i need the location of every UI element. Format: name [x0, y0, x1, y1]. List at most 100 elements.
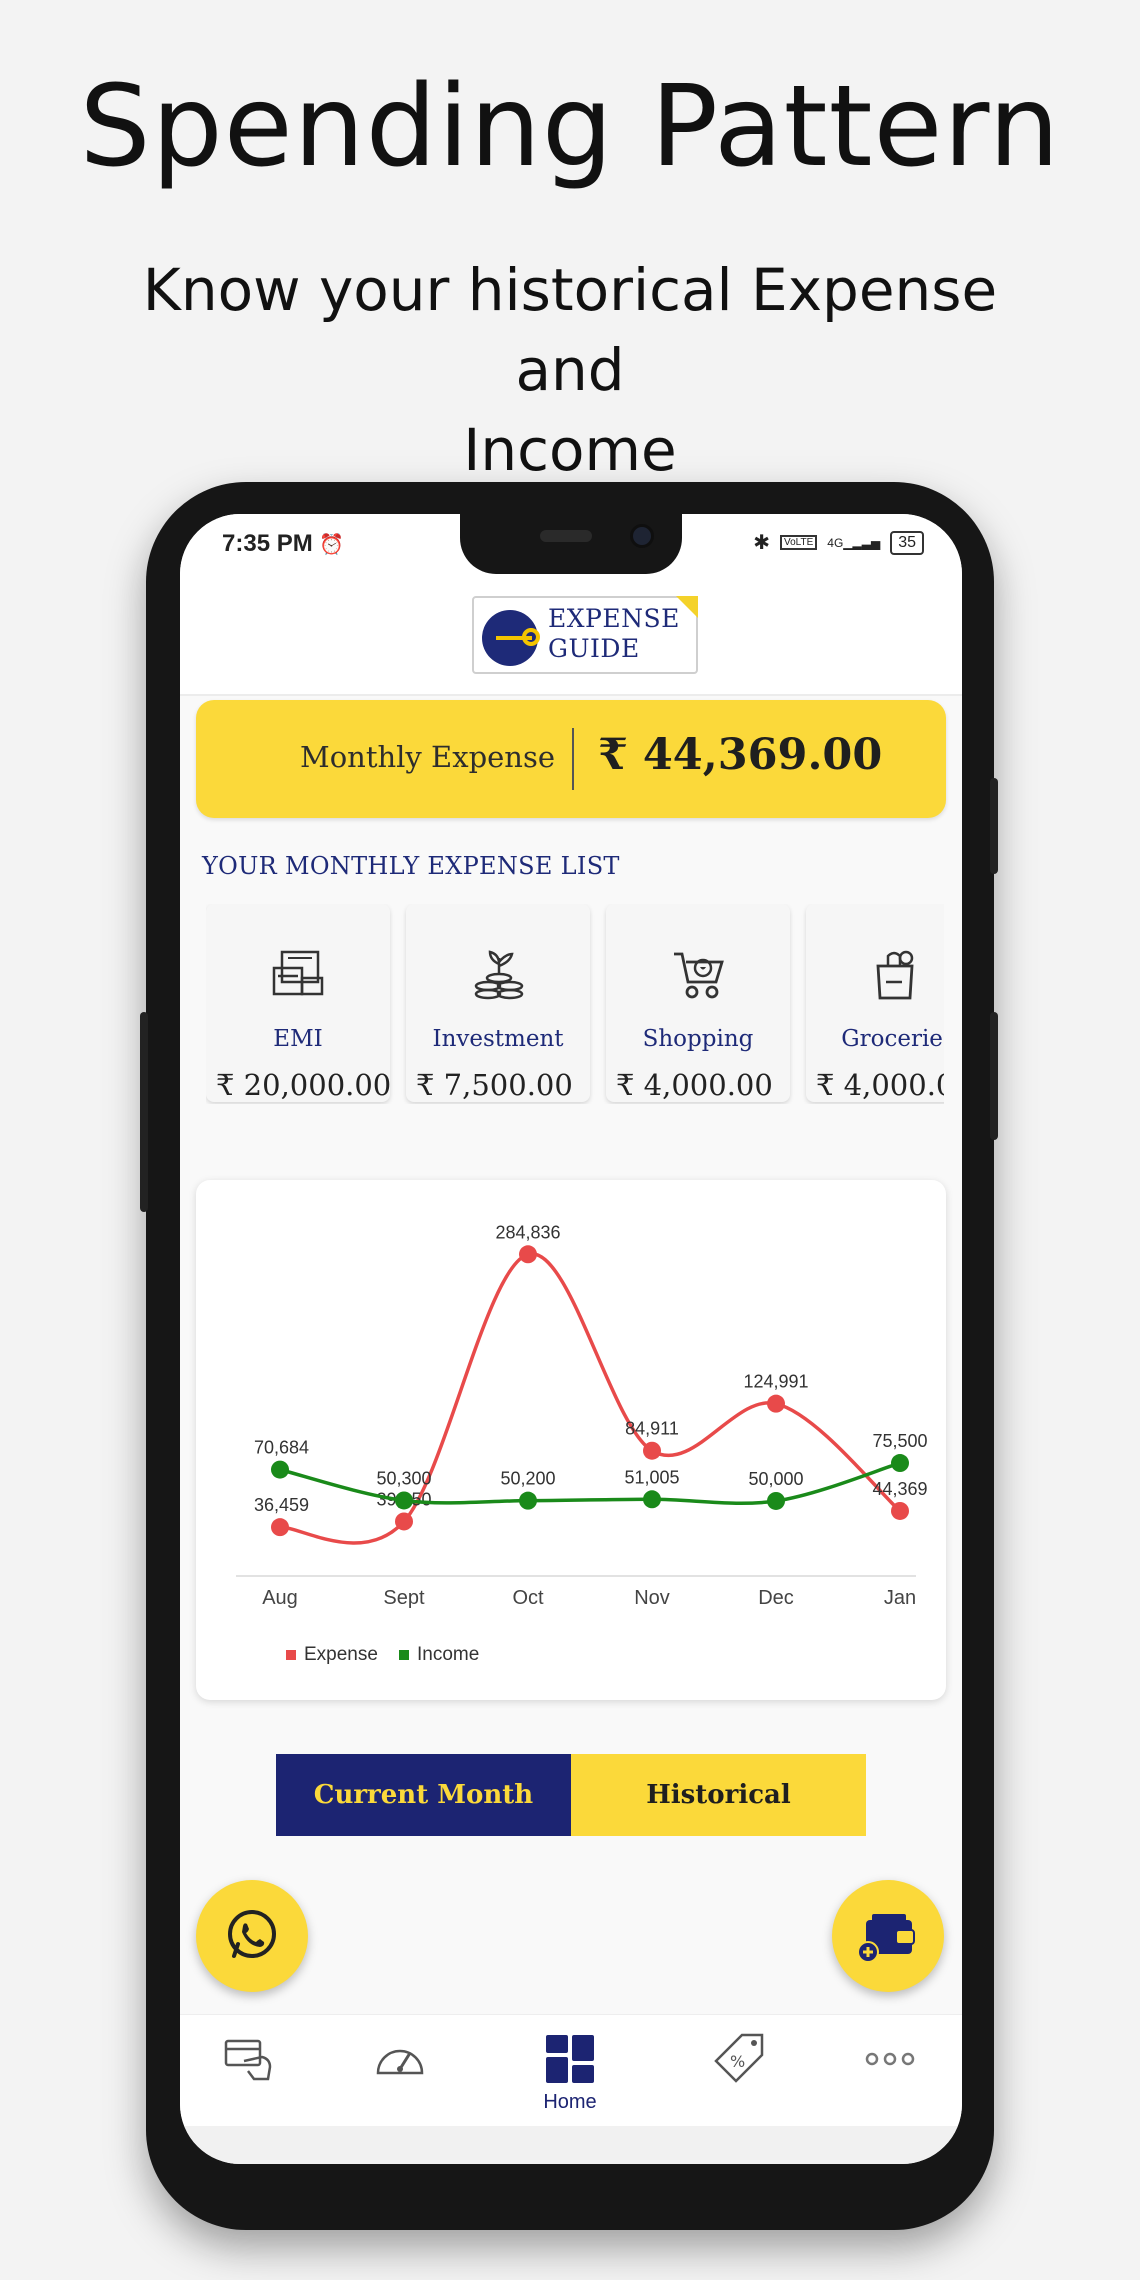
data-point-expense	[519, 1245, 537, 1264]
whatsapp-icon	[228, 1910, 276, 1958]
legend-swatch-expense	[286, 1650, 296, 1660]
expense-card-investment[interactable]: Investment ₹ 7,500.00	[406, 904, 590, 1102]
status-icons: ✱ VoLTE 4G▁▂▃▅ 35	[753, 530, 924, 555]
expense-card-shopping[interactable]: Shopping ₹ 4,000.00	[606, 904, 790, 1102]
expense-card-name: Investment	[432, 1026, 564, 1052]
status-time-text: 7:35 PM	[222, 530, 313, 557]
period-toggle: Current Month Historical	[276, 1754, 866, 1836]
data-point-income	[395, 1491, 413, 1510]
investment-icon	[474, 950, 524, 1000]
data-label-expense: 44,369	[872, 1479, 927, 1499]
page-subheadline: Know your historical Expense and Income	[90, 250, 1050, 490]
expense-card-groceries[interactable]: Groceries ₹ 4,000.00	[806, 904, 944, 1102]
x-tick-label: Jan	[884, 1587, 916, 1609]
expense-list-title: YOUR MONTHLY EXPENSE LIST	[202, 852, 620, 880]
expense-card-emi[interactable]: EMI ₹ 20,000.00	[206, 904, 390, 1102]
data-label-expense: 36,459	[254, 1495, 309, 1515]
current-month-button[interactable]: Current Month	[276, 1754, 571, 1836]
monthly-expense-amount: ₹ 44,369.00	[598, 730, 883, 780]
volume-button	[990, 1012, 998, 1140]
legend-label-income: Income	[417, 1644, 479, 1665]
expense-card-amount: ₹ 4,000.00	[816, 1068, 944, 1102]
subheadline-line-1: Know your historical Expense and	[142, 256, 998, 404]
nav-item-more[interactable]	[830, 2031, 950, 2121]
data-label-income: 70,684	[254, 1438, 309, 1458]
data-label-income: 50,000	[748, 1469, 803, 1489]
front-camera	[630, 524, 654, 548]
data-label-income: 50,300	[376, 1468, 431, 1488]
offer-tag-icon: %	[714, 2033, 764, 2083]
banner-divider	[572, 728, 574, 790]
data-label-income: 51,005	[624, 1467, 679, 1487]
legend-label-expense: Expense	[304, 1644, 378, 1665]
grocery-bag-icon	[876, 950, 914, 1000]
logo-text-line-1: EXPENSE	[548, 604, 680, 633]
home-grid-icon	[546, 2035, 594, 2083]
network-signal-icon: 4G▁▂▃▅	[827, 535, 881, 550]
alarm-icon: ⏰	[319, 534, 345, 556]
nav-home-label: Home	[543, 2091, 597, 2113]
data-point-expense	[891, 1501, 909, 1520]
page-headline: Spending Pattern	[79, 62, 1061, 192]
data-label-expense: 124,991	[743, 1372, 808, 1392]
whatsapp-button[interactable]	[196, 1880, 308, 1992]
network-type: 4G	[827, 535, 844, 550]
spending-line-chart: 36,45939,050284,83684,911124,99144,36970…	[236, 1222, 928, 1665]
app-bar: EXPENSE GUIDE	[180, 576, 962, 696]
monthly-expense-label: Monthly Expense	[300, 740, 556, 774]
earpiece-speaker	[540, 530, 592, 542]
battery-icon: 35	[890, 530, 924, 555]
x-tick-label: Nov	[634, 1587, 670, 1609]
data-point-income	[643, 1490, 661, 1509]
x-tick-label: Sept	[383, 1587, 425, 1609]
speedometer-icon	[376, 2049, 424, 2075]
data-label-expense: 284,836	[495, 1222, 560, 1242]
data-label-expense: 84,911	[625, 1419, 679, 1439]
emi-icon	[272, 950, 324, 996]
phone-screen: 7:35 PM ⏰ ✱ VoLTE 4G▁▂▃▅ 35 EXPENSE GUID…	[180, 514, 962, 2164]
expense-card-amount: ₹ 4,000.00	[616, 1068, 773, 1102]
data-point-expense	[395, 1512, 413, 1531]
data-label-income: 75,500	[872, 1431, 927, 1451]
card-payment-icon	[224, 2039, 272, 2081]
subheadline-line-2: Income	[463, 416, 677, 484]
nav-item-dashboard[interactable]	[340, 2031, 460, 2121]
bottom-navigation: Home %	[180, 2014, 962, 2126]
nav-item-home[interactable]: Home	[510, 2031, 630, 2121]
expense-card-amount: ₹ 20,000.00	[216, 1068, 390, 1102]
expense-card-amount: ₹ 7,500.00	[416, 1068, 573, 1102]
logo-key-ring	[522, 628, 540, 646]
add-wallet-button[interactable]	[832, 1880, 944, 1992]
data-point-expense	[767, 1394, 785, 1413]
wallet-add-icon	[857, 1914, 915, 1963]
data-point-income	[519, 1491, 537, 1510]
side-slider	[140, 1012, 148, 1212]
more-icon	[865, 2052, 915, 2066]
nav-item-offers[interactable]: %	[680, 2031, 800, 2121]
x-tick-label: Oct	[512, 1587, 544, 1609]
svg-text:%: %	[730, 2052, 745, 2071]
camera-notch	[460, 514, 682, 574]
data-point-expense	[271, 1518, 289, 1537]
expense-card-name: Groceries	[841, 1026, 944, 1052]
expense-guide-logo[interactable]: EXPENSE GUIDE	[472, 596, 698, 674]
expense-card-name: Shopping	[642, 1026, 754, 1052]
expense-card-name: EMI	[273, 1026, 323, 1052]
status-time: 7:35 PM ⏰	[222, 530, 344, 558]
data-point-income	[767, 1491, 785, 1510]
power-button	[990, 778, 998, 874]
x-tick-label: Dec	[758, 1587, 794, 1609]
historical-button[interactable]: Historical	[571, 1754, 866, 1836]
system-navigation-bar	[180, 2126, 962, 2164]
data-label-income: 50,200	[500, 1469, 555, 1489]
shopping-cart-icon	[674, 952, 724, 999]
spending-chart-card: 36,45939,050284,83684,911124,99144,36970…	[196, 1180, 946, 1700]
x-tick-label: Aug	[262, 1587, 298, 1609]
data-point-income	[891, 1454, 909, 1473]
nav-item-cards[interactable]	[190, 2031, 310, 2121]
data-point-expense	[643, 1441, 661, 1460]
monthly-expense-banner[interactable]: Monthly Expense ₹ 44,369.00	[196, 700, 946, 818]
data-point-income	[271, 1460, 289, 1479]
expense-category-carousel[interactable]: EMI ₹ 20,000.00 Investment ₹ 7,500.00 Sh…	[206, 904, 944, 1104]
series-line-income	[279, 1461, 901, 1506]
